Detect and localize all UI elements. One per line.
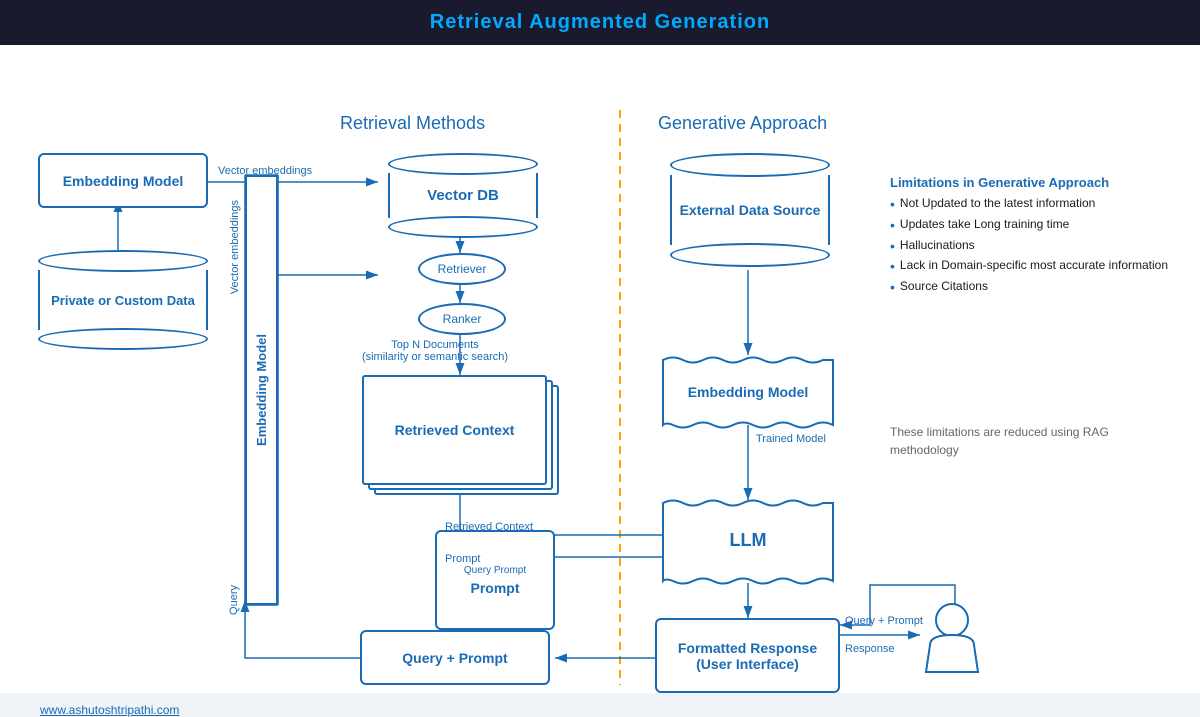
retrieved-context-arrow-label: Retrieved Context — [445, 521, 533, 533]
limitation-item-1: Not Updated to the latest information — [890, 194, 1180, 215]
query-label: Query — [228, 585, 240, 615]
header-bar: Retrieval Augmented Generation — [0, 0, 1200, 45]
embedding-model-vertical: Embedding Model — [245, 175, 278, 605]
retrieved-context-label: Retrieved Context — [395, 422, 515, 438]
header-title: Retrieval Augmented Generation — [430, 11, 770, 34]
footer-link[interactable]: www.ashutoshtripathi.com — [40, 703, 179, 717]
limitations-title: Limitations in Generative Approach — [890, 175, 1180, 190]
query-prompt-right-label: Query + Prompt — [845, 615, 923, 627]
retrieval-methods-label: Retrieval Methods — [340, 113, 485, 134]
formatted-response-box: Formatted Response (User Interface) — [655, 618, 840, 693]
prompt-box: Query Prompt Prompt — [435, 530, 555, 630]
limitations-box: Limitations in Generative Approach Not U… — [890, 175, 1180, 298]
private-data-label: Private or Custom Data — [51, 293, 195, 308]
limitation-item-3: Hallucinations — [890, 236, 1180, 257]
vector-db-container: Vector DB — [388, 153, 538, 238]
query-prompt-sub-label: Query Prompt — [464, 565, 526, 576]
svg-text:LLM: LLM — [730, 530, 767, 550]
private-data-container: Private or Custom Data — [38, 250, 208, 350]
main-area: Retrieval Methods Generative Approach Em… — [0, 45, 1200, 693]
limitation-item-4: Lack in Domain-specific most accurate in… — [890, 256, 1180, 277]
generative-approach-label: Generative Approach — [658, 113, 827, 134]
retrieved-context-stack: Retrieved Context — [360, 375, 560, 505]
prompt-label: Prompt — [464, 580, 526, 596]
limitation-item-5: Source Citations — [890, 277, 1180, 298]
vector-db-label: Vector DB — [427, 187, 499, 204]
limitation-item-2: Updates take Long training time — [890, 215, 1180, 236]
llm-svg: LLM — [658, 498, 838, 586]
diagram-arrows — [0, 45, 1200, 693]
external-data-label: External Data Source — [680, 202, 821, 218]
retriever-oval: Retriever — [418, 253, 506, 285]
vector-embeddings-vertical-label: Vector embeddings — [229, 200, 241, 294]
limitations-list: Not Updated to the latest information Up… — [890, 194, 1180, 298]
top-n-docs-label: Top N Documents (similarity or semantic … — [355, 339, 515, 363]
svg-text:Embedding Model: Embedding Model — [688, 384, 809, 400]
response-label: Response — [845, 643, 895, 655]
trained-model-label: Trained Model — [756, 433, 826, 445]
rag-note: These limitations are reduced using RAG … — [890, 423, 1130, 459]
embedding-model-vertical-label: Embedding Model — [254, 334, 269, 446]
person-icon — [920, 600, 985, 675]
prompt-arrow-label: Prompt — [445, 553, 480, 565]
external-data-container: External Data Source — [670, 153, 830, 267]
ranker-oval: Ranker — [418, 303, 506, 335]
embedding-model-2-svg: Embedding Model — [658, 355, 838, 430]
query-prompt-box: Query + Prompt — [360, 630, 550, 685]
embedding-model-1: Embedding Model — [38, 153, 208, 208]
